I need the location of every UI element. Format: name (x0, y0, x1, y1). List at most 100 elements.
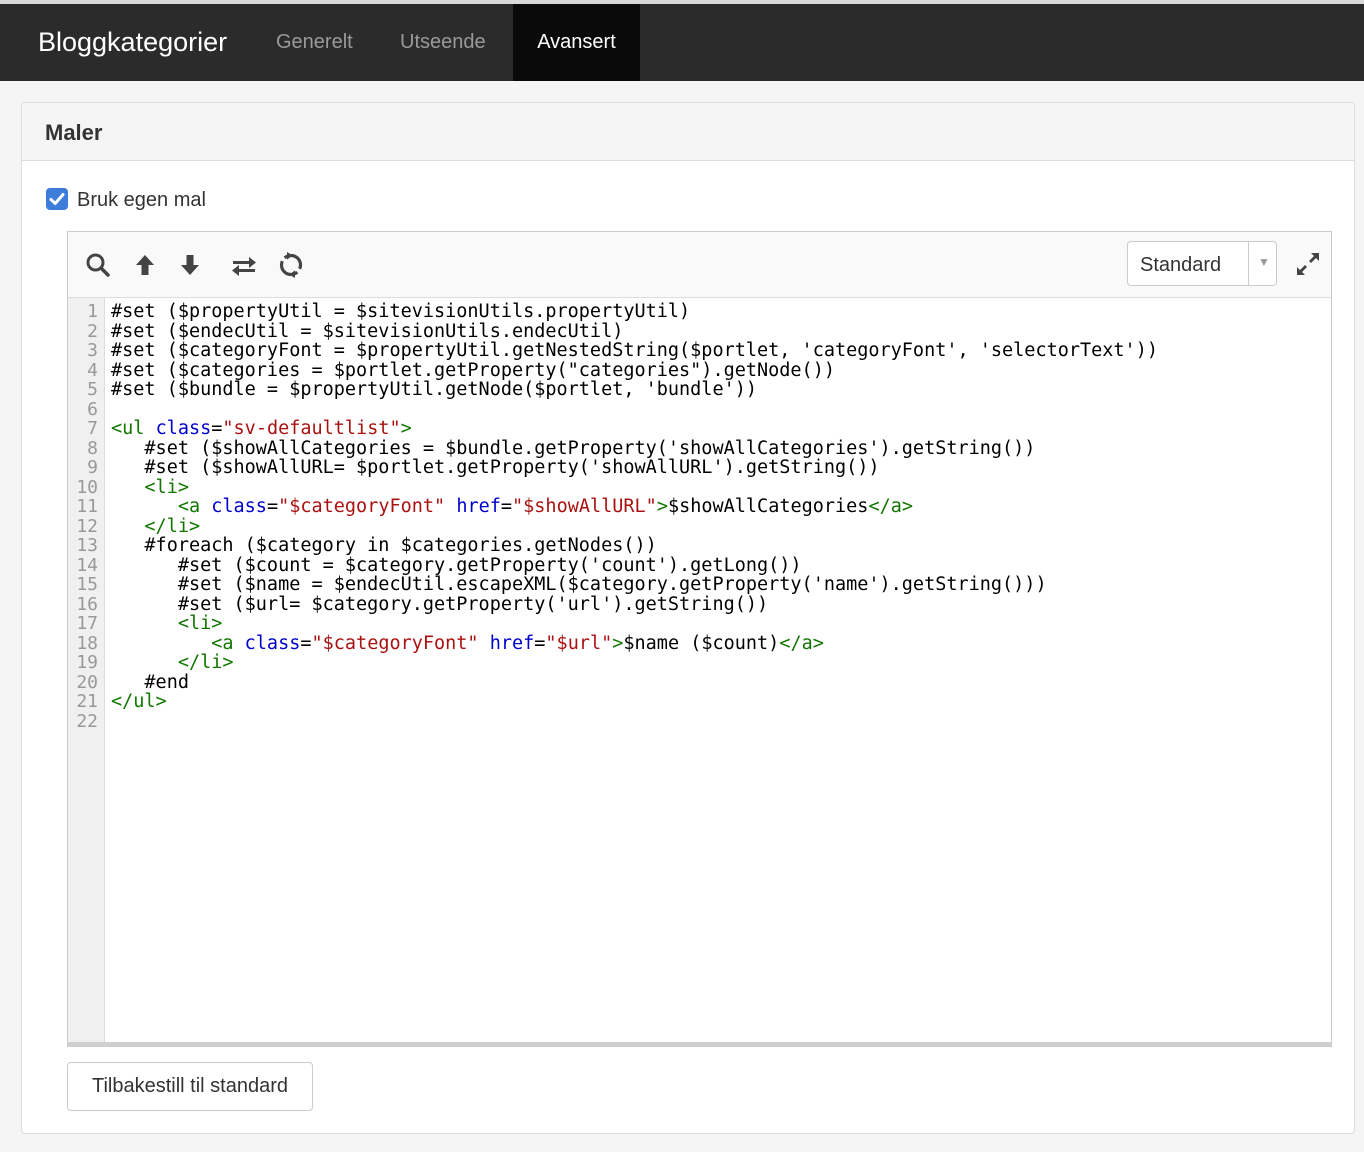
tab-generelt[interactable]: Generelt (276, 4, 353, 81)
line-number: 18 (76, 632, 98, 654)
line-number: 9 (87, 457, 98, 478)
code-line: <li> (111, 614, 1331, 634)
code-line: #set ($propertyUtil = $sitevisionUtils.p… (111, 302, 1331, 322)
code-token: #set ($propertyUtil = $sitevisionUtils.p… (111, 301, 691, 322)
line-number: 13 (76, 535, 98, 556)
code-token: class (244, 632, 301, 654)
expand-icon[interactable] (1294, 250, 1322, 278)
templates-panel: Maler Bruk egen mal Standard ▼ 1 2 3 4 5… (21, 102, 1355, 1134)
code-token: "$categoryFont" (311, 632, 479, 654)
code-token: #set ($bundle = $propertyUtil.getNode($p… (111, 379, 758, 400)
code-token: = (500, 496, 513, 517)
checkmark-icon (49, 193, 65, 205)
tab-avansert[interactable]: Avansert (513, 4, 640, 81)
reset-to-default-button[interactable]: Tilbakestill til standard (67, 1062, 313, 1111)
code-token: "$showAllURL" (512, 496, 657, 517)
chevron-down-icon: ▼ (1258, 255, 1270, 269)
code-token: </li> (111, 515, 201, 537)
line-number: 6 (87, 398, 98, 420)
code-token: <a (111, 496, 212, 517)
refresh-icon[interactable] (278, 252, 304, 278)
arrow-up-icon[interactable] (132, 252, 158, 278)
code-token: = (266, 496, 279, 517)
code-token: "$url" (545, 632, 613, 654)
code-token: class (155, 418, 212, 439)
line-number: 14 (76, 554, 98, 576)
code-content[interactable]: #set ($propertyUtil = $sitevisionUtils.p… (111, 302, 1331, 731)
panel-title: Maler (45, 120, 103, 145)
code-line: #set ($bundle = $propertyUtil.getNode($p… (111, 380, 1331, 400)
line-number: 7 (87, 418, 98, 439)
code-token: #set ($categoryFont = $propertyUtil.getN… (111, 340, 1158, 361)
code-editor[interactable]: Standard ▼ 1 2 3 4 5 6 7 8 9 10 11 12 13 14 15 16 17 18 19… (67, 231, 1332, 1047)
code-token: $name ($count) (623, 632, 780, 654)
code-token: </a> (868, 496, 913, 517)
code-token: > (400, 418, 412, 439)
line-number: 11 (76, 496, 98, 517)
code-line: #end (111, 671, 1331, 693)
checkbox-label[interactable]: Bruk egen mal (77, 189, 206, 212)
code-token: = (211, 418, 223, 439)
code-token: #set ($count = $category.getProperty('co… (111, 554, 802, 576)
code-token: <ul (111, 418, 156, 439)
code-line: </li> (111, 515, 1331, 537)
use-custom-template-checkbox[interactable] (46, 188, 68, 210)
line-number: 5 (87, 379, 98, 400)
code-line: #set ($categoryFont = $propertyUtil.getN… (111, 341, 1331, 361)
code-token: #set ($showAllCategories = $bundle.getPr… (111, 437, 1036, 459)
code-line: #foreach ($category in $categories.getNo… (111, 536, 1331, 556)
app-title: Bloggkategorier (38, 27, 228, 57)
editor-bottom-border (68, 1042, 1331, 1046)
editor-toolbar: Standard ▼ (68, 232, 1331, 298)
search-icon[interactable] (85, 252, 111, 278)
theme-select[interactable]: Standard ▼ (1127, 241, 1277, 286)
line-number: 2 (87, 320, 98, 342)
line-number: 17 (76, 613, 98, 634)
select-divider (1248, 242, 1249, 285)
code-token: $showAllCategories (667, 496, 869, 517)
line-number: 19 (76, 652, 98, 673)
code-token: #end (111, 671, 189, 693)
line-number: 1 (87, 301, 98, 322)
line-number: 3 (87, 340, 98, 361)
code-token: #set ($name = $endecUtil.escapeXML($cate… (111, 574, 1047, 595)
code-line: </li> (111, 653, 1331, 673)
top-navbar: Bloggkategorier Generelt Utseende Avanse… (0, 0, 1364, 81)
line-number: 16 (76, 593, 98, 615)
theme-select-value: Standard (1140, 254, 1222, 276)
panel-header: Maler (22, 103, 1354, 161)
code-line: <a class="$categoryFont" href="$url">$na… (111, 632, 1331, 654)
line-number: 15 (76, 574, 98, 595)
code-line: #set ($categories = $portlet.getProperty… (111, 359, 1331, 381)
code-token: #set ($categories = $portlet.getProperty… (111, 359, 835, 381)
code-line: #set ($showAllURL= $portlet.getProperty(… (111, 458, 1331, 478)
line-number: 10 (76, 476, 98, 498)
code-line: #set ($showAllCategories = $bundle.getPr… (111, 437, 1331, 459)
line-number: 20 (76, 671, 98, 693)
code-line: <ul class="sv-defaultlist"> (111, 419, 1331, 439)
code-token: = (300, 632, 312, 654)
code-line: #set ($name = $endecUtil.escapeXML($cate… (111, 575, 1331, 595)
code-token: <a (111, 632, 245, 654)
code-line: <li> (111, 476, 1331, 498)
swap-icon[interactable] (231, 252, 257, 278)
line-number: 21 (76, 691, 98, 712)
code-token: <li> (111, 476, 189, 498)
code-token: class (211, 496, 267, 517)
code-token: #set ($endecUtil = $sitevisionUtils.ende… (111, 320, 624, 342)
code-token: href (456, 496, 501, 517)
code-line: #set ($endecUtil = $sitevisionUtils.ende… (111, 320, 1331, 342)
code-line: #set ($count = $category.getProperty('co… (111, 554, 1331, 576)
code-token: #foreach ($category in $categories.getNo… (111, 535, 657, 556)
code-token: "sv-defaultlist" (222, 418, 401, 439)
line-number: 12 (76, 515, 98, 537)
line-number-gutter: 1 2 3 4 5 6 7 8 9 10 11 12 13 14 15 16 17 18 19 20 21 22 (68, 298, 105, 1044)
arrow-down-icon[interactable] (177, 252, 203, 278)
code-line: #set ($url= $category.getProperty('url')… (111, 593, 1331, 615)
tab-utseende[interactable]: Utseende (400, 4, 486, 81)
code-token: #set ($url= $category.getProperty('url')… (111, 593, 769, 615)
